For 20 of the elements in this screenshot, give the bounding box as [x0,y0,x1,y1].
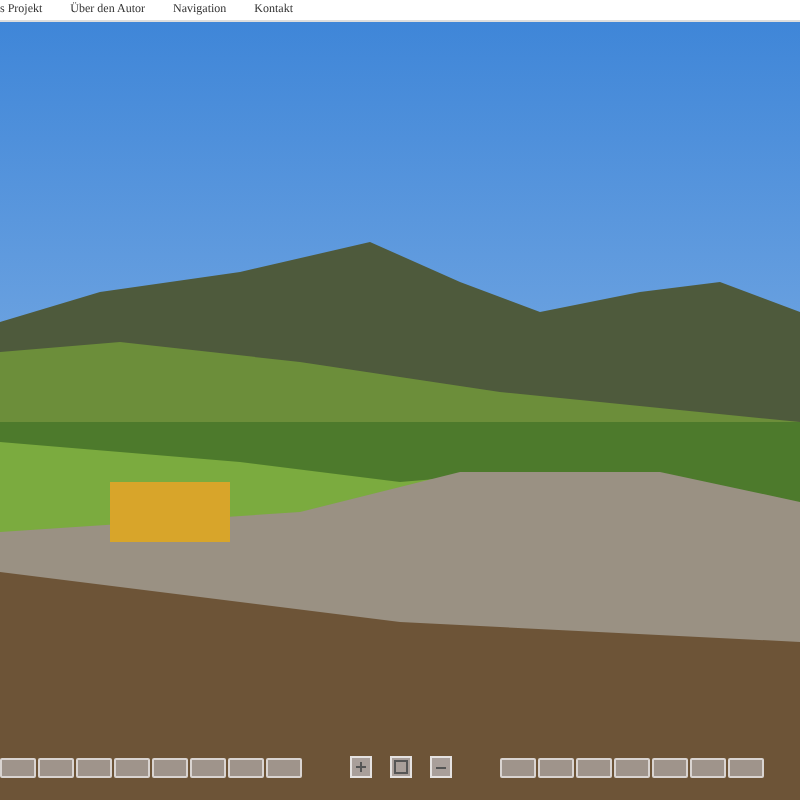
toolbar-button[interactable] [38,757,74,777]
zoom-out-button[interactable] [430,756,452,778]
toolbar-button[interactable] [152,757,188,777]
fullscreen-icon [394,760,408,774]
toolbar-button[interactable] [76,757,112,777]
toolbar-button[interactable] [652,757,688,777]
toolbar-button[interactable] [538,757,574,777]
toolbar-button[interactable] [728,757,764,777]
toolbar-button[interactable] [228,757,264,777]
fullscreen-button[interactable] [390,756,412,778]
toolbar-button[interactable] [576,757,612,777]
toolbar-button[interactable] [190,757,226,777]
zoom-in-button[interactable] [350,756,372,778]
toolbar-button[interactable] [0,757,36,777]
toolbar-button[interactable] [500,757,536,777]
toolbar-button[interactable] [614,757,650,777]
toolbar-button[interactable] [690,757,726,777]
toolbar-button[interactable] [266,757,302,777]
zoom-in-icon [354,760,368,774]
toolbar-button[interactable] [114,757,150,777]
